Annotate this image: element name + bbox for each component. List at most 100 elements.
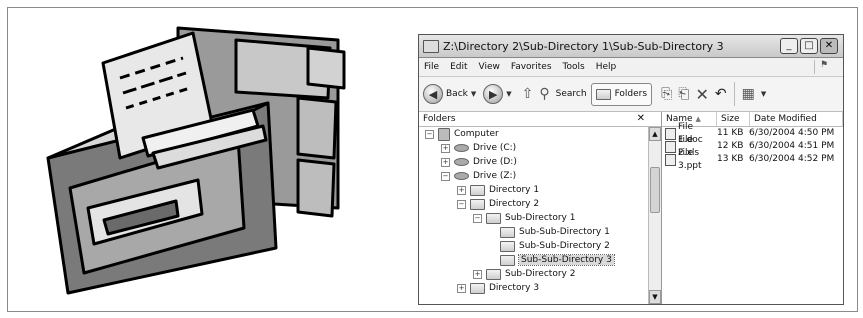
- folder-icon: [486, 212, 501, 224]
- tree-item-label: Drive (C:): [473, 143, 517, 153]
- tree-item[interactable]: − Sub-Directory 1: [419, 211, 647, 225]
- copy-to-icon[interactable]: ⎗: [678, 86, 689, 102]
- tree-item-label: Sub-Directory 1: [505, 213, 576, 223]
- scroll-up-icon[interactable]: ▲: [649, 127, 661, 141]
- close-pane-icon[interactable]: ✕: [637, 112, 645, 126]
- folder-icon: [500, 254, 515, 266]
- close-button[interactable]: ✕: [820, 38, 838, 54]
- back-label: Back: [446, 89, 468, 99]
- file-size: 13 KB: [717, 154, 744, 164]
- tree-item-label: Directory 2: [489, 199, 540, 209]
- document-icon: [665, 140, 676, 153]
- folder-tree: − Computer + Drive (C:) + Drive (D:) − Drive (Z…: [419, 127, 647, 304]
- folder-icon: [470, 282, 485, 294]
- collapse-icon[interactable]: −: [457, 199, 466, 209]
- drive-icon: [454, 144, 469, 152]
- move-to-icon[interactable]: ⎘: [661, 86, 672, 102]
- tree-item-label: Directory 3: [489, 283, 540, 293]
- menu-file[interactable]: File: [424, 62, 439, 72]
- up-folder-icon[interactable]: ⇧: [522, 86, 534, 102]
- figure-frame: Z:\Directory 2\Sub-Directory 1\Sub-Sub-D…: [7, 7, 858, 312]
- menu-view[interactable]: View: [479, 62, 500, 72]
- menu-help[interactable]: Help: [596, 62, 617, 72]
- tree-item[interactable]: + Directory 3: [419, 281, 647, 295]
- tree-item[interactable]: + Drive (C:): [419, 141, 647, 155]
- window-title: Z:\Directory 2\Sub-Directory 1\Sub-Sub-D…: [443, 39, 724, 53]
- delete-icon[interactable]: ✕: [695, 85, 708, 104]
- file-size: 11 KB: [717, 128, 744, 138]
- drive-icon: [454, 158, 469, 166]
- folder-tree-scrollbar[interactable]: ▲ ▼: [648, 127, 661, 304]
- file-row[interactable]: File 3.ppt 13 KB 6/30/2004 4:52 PM: [662, 148, 843, 171]
- document-icon: [665, 153, 676, 166]
- tree-item[interactable]: Sub-Sub-Directory 1: [419, 225, 647, 239]
- tree-item[interactable]: − Computer: [419, 127, 647, 141]
- file-name-cell: File 3.ppt: [662, 148, 713, 171]
- tree-item-label: Drive (D:): [473, 157, 517, 167]
- drive-icon: [454, 172, 469, 180]
- back-arrow-icon: ◀: [423, 84, 443, 104]
- scroll-thumb[interactable]: [650, 167, 660, 213]
- column-size[interactable]: Size: [717, 112, 750, 126]
- folder-icon: [500, 226, 515, 238]
- forward-button[interactable]: ▶ ▼: [483, 84, 514, 104]
- tree-item[interactable]: + Drive (D:): [419, 155, 647, 169]
- scroll-down-icon[interactable]: ▼: [649, 290, 661, 304]
- tree-item-label: Sub-Sub-Directory 2: [519, 241, 610, 251]
- minimize-button[interactable]: _: [780, 38, 798, 54]
- tree-item[interactable]: + Directory 1: [419, 183, 647, 197]
- title-bar[interactable]: Z:\Directory 2\Sub-Directory 1\Sub-Sub-D…: [419, 35, 843, 58]
- maximize-button[interactable]: □: [800, 38, 818, 54]
- folder-icon: [470, 184, 485, 196]
- chevron-down-icon[interactable]: ▼: [471, 90, 476, 98]
- expand-icon[interactable]: +: [457, 185, 466, 195]
- chevron-down-icon[interactable]: ▼: [506, 90, 511, 98]
- tree-item[interactable]: − Drive (Z:): [419, 169, 647, 183]
- toolbar-separator: [733, 82, 735, 106]
- column-date[interactable]: Date Modified: [750, 112, 843, 126]
- undo-icon[interactable]: ↶: [715, 86, 727, 102]
- folders-label: Folders: [614, 89, 648, 99]
- folders-pane-header: Folders ✕: [419, 112, 661, 127]
- computer-icon: [438, 127, 450, 141]
- tree-item-label: Sub-Sub-Directory 3: [518, 254, 615, 266]
- collapse-icon[interactable]: −: [441, 171, 450, 181]
- menu-tools[interactable]: Tools: [563, 62, 585, 72]
- views-button[interactable]: ▦ ▼: [739, 86, 770, 102]
- folders-button[interactable]: Folders: [590, 82, 653, 106]
- file-date: 6/30/2004 4:51 PM: [749, 141, 835, 151]
- file-name: File 3.ppt: [678, 147, 702, 171]
- views-icon: ▦: [741, 86, 755, 102]
- tree-item[interactable]: Sub-Sub-Directory 2: [419, 239, 647, 253]
- expand-icon[interactable]: +: [473, 269, 482, 279]
- windows-flag-icon: ⚑: [814, 60, 833, 74]
- collapse-icon[interactable]: −: [473, 213, 482, 223]
- tree-item-label: Drive (Z:): [473, 171, 517, 181]
- tree-item-label: Directory 1: [489, 185, 540, 195]
- file-size: 12 KB: [717, 141, 744, 151]
- forward-arrow-icon: ▶: [483, 84, 504, 104]
- expand-icon[interactable]: +: [457, 283, 466, 293]
- collapse-icon[interactable]: −: [425, 129, 434, 139]
- back-button[interactable]: ◀ Back ▼: [423, 84, 479, 104]
- chevron-down-icon[interactable]: ▼: [761, 90, 766, 98]
- folder-icon: [500, 240, 515, 252]
- file-date: 6/30/2004 4:52 PM: [749, 154, 835, 164]
- search-button[interactable]: ⚲ Search: [536, 86, 586, 102]
- search-label: Search: [555, 89, 587, 99]
- content-panes: Folders ✕ − Computer + Drive (C:) + Drive (D:…: [419, 112, 843, 304]
- tree-item[interactable]: − Directory 2: [419, 197, 647, 211]
- folder-icon: [470, 198, 485, 210]
- tree-item[interactable]: + Sub-Directory 2: [419, 267, 647, 281]
- folders-icon: [595, 88, 611, 100]
- files-pane: Name ▲ Size Date Modified File 1.doc 11 K…: [662, 112, 843, 304]
- expand-icon[interactable]: +: [441, 157, 450, 167]
- expand-icon[interactable]: +: [441, 143, 450, 153]
- tree-item[interactable]: Sub-Sub-Directory 3: [419, 253, 647, 267]
- menu-favorites[interactable]: Favorites: [511, 62, 552, 72]
- menu-edit[interactable]: Edit: [450, 62, 467, 72]
- document-icon: [665, 127, 676, 140]
